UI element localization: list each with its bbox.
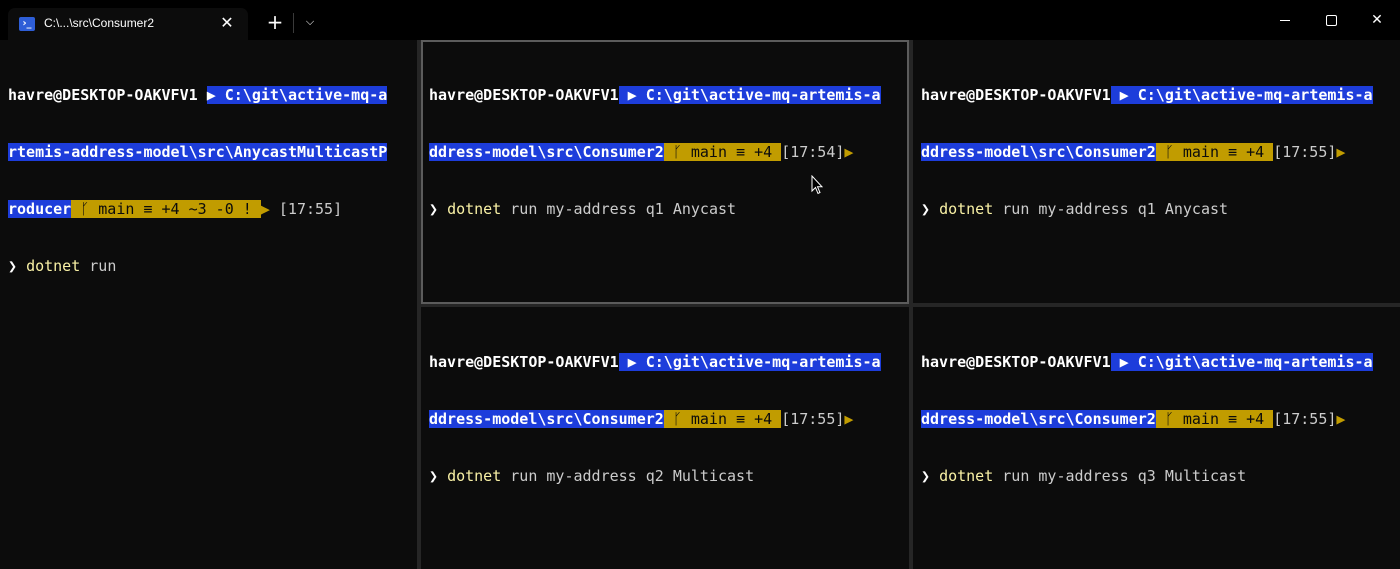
- prompt-line: havre@DESKTOP-OAKVFV1 ▶ C:\git\active-mq…: [921, 353, 1373, 372]
- close-window-button[interactable]: ✕: [1354, 4, 1400, 36]
- new-tab-button[interactable]: +: [262, 9, 288, 35]
- prompt-chevron-icon: ❯: [921, 467, 931, 485]
- prompt-line: roducer ᚴ main ≡ +4 ~3 -0 ! ▶ [17:55]: [8, 200, 387, 219]
- terminal-output: havre@DESKTOP-OAKVFV1 ▶ C:\git\active-mq…: [921, 315, 1373, 524]
- powershell-icon: ›_: [19, 17, 35, 31]
- prompt-path: C:\git\active-mq-artemis-a: [1137, 353, 1373, 371]
- command-args: run: [80, 257, 117, 275]
- prompt-path: C:\git\active-mq-artemis-a: [645, 86, 881, 104]
- command-name: dotnet: [447, 467, 502, 485]
- tab-dropdown-button[interactable]: ⌵: [298, 9, 322, 35]
- git-status: ᚴ main ≡ +4 ~3 -0 !: [71, 200, 261, 218]
- prompt-time: [17:55]: [1273, 143, 1337, 161]
- prompt-user: havre@DESKTOP-OAKVFV1: [429, 353, 619, 371]
- prompt-line: rtemis-address-model\src\AnycastMulticas…: [8, 143, 388, 162]
- command-args: run my-address q3 Multicast: [993, 467, 1247, 485]
- prompt-path: ddress-model\src\Consumer2: [429, 410, 664, 428]
- prompt-path: C:\git\active-mq-artemis-a: [645, 353, 881, 371]
- prompt-line: ddress-model\src\Consumer2 ᚴ main ≡ +4 […: [429, 143, 881, 162]
- prompt-line: ddress-model\src\Consumer2 ᚴ main ≡ +4 […: [921, 143, 1373, 162]
- command-line: ❯ dotnet run my-address q2 Multicast: [429, 467, 881, 486]
- prompt-time: [17:55]: [278, 200, 343, 218]
- prompt-time: [17:55]: [1273, 410, 1337, 428]
- prompt-user: havre@DESKTOP-OAKVFV1: [921, 353, 1111, 371]
- prompt-path: C:\git\active-mq-artemis-a: [1137, 86, 1373, 104]
- tab-consumer2[interactable]: ›_ C:\...\src\Consumer2 ✕: [8, 8, 248, 40]
- mouse-pointer-icon: [811, 175, 823, 195]
- command-line: ❯ dotnet run my-address q1 Anycast: [429, 200, 881, 219]
- prompt-user: havre@DESKTOP-OAKVFV1: [921, 86, 1111, 104]
- maximize-button[interactable]: [1308, 4, 1354, 36]
- command-name: dotnet: [939, 200, 994, 218]
- tab-separator: [293, 13, 294, 33]
- prompt-line: havre@DESKTOP-OAKVFV1 ▶ C:\git\active-mq…: [429, 86, 881, 105]
- command-name: dotnet: [939, 467, 994, 485]
- minimize-icon: [1280, 19, 1290, 21]
- terminal-pane-consumer-3[interactable]: havre@DESKTOP-OAKVFV1 ▶ C:\git\active-mq…: [421, 307, 909, 569]
- prompt-user: havre@DESKTOP-OAKVFV1: [429, 86, 619, 104]
- prompt-path: ddress-model\src\Consumer2: [429, 143, 664, 161]
- close-icon: ✕: [1371, 12, 1383, 28]
- terminal-pane-producer[interactable]: havre@DESKTOP-OAKVFV1 ▶ C:\git\active-mq…: [0, 40, 417, 569]
- terminal-output: havre@DESKTOP-OAKVFV1 ▶ C:\git\active-mq…: [429, 315, 881, 524]
- prompt-path: rtemis-address-model\src\AnycastMulticas…: [8, 143, 388, 161]
- terminal-output: havre@DESKTOP-OAKVFV1 ▶ C:\git\active-mq…: [921, 48, 1373, 257]
- terminal-pane-consumer-4[interactable]: havre@DESKTOP-OAKVFV1 ▶ C:\git\active-mq…: [913, 307, 1400, 569]
- command-line: ❯ dotnet run: [8, 257, 387, 276]
- arrow-right-icon: ▶: [618, 353, 646, 371]
- close-tab-icon[interactable]: ✕: [216, 12, 238, 34]
- maximize-icon: [1325, 14, 1337, 26]
- terminal-output: havre@DESKTOP-OAKVFV1 ▶ C:\git\active-mq…: [429, 48, 881, 257]
- segment-separator-icon: [198, 86, 207, 104]
- minimize-button[interactable]: [1262, 4, 1308, 36]
- segment-arrow-icon: ▶: [1336, 143, 1346, 161]
- arrow-right-icon: ▶: [206, 86, 225, 104]
- prompt-user: havre@DESKTOP-OAKVFV1: [8, 86, 198, 104]
- title-bar: ›_ C:\...\src\Consumer2 ✕ + ⌵ ✕: [0, 0, 1400, 40]
- prompt-chevron-icon: ❯: [429, 467, 439, 485]
- command-name: dotnet: [447, 200, 502, 218]
- prompt-chevron-icon: ❯: [8, 257, 18, 275]
- prompt-line: havre@DESKTOP-OAKVFV1 ▶ C:\git\active-mq…: [8, 86, 388, 105]
- prompt-path: roducer: [8, 200, 72, 218]
- segment-arrow-icon: ▶: [844, 410, 854, 428]
- command-args: run my-address q1 Anycast: [501, 200, 737, 218]
- tab-title: C:\...\src\Consumer2: [44, 16, 155, 30]
- git-status: ᚴ main ≡ +4: [663, 143, 782, 161]
- terminal-output: havre@DESKTOP-OAKVFV1 ▶ C:\git\active-mq…: [8, 48, 388, 314]
- prompt-time: [17:55]: [781, 410, 845, 428]
- command-line: ❯ dotnet run my-address q1 Anycast: [921, 200, 1373, 219]
- prompt-chevron-icon: ❯: [921, 200, 931, 218]
- command-args: run my-address q2 Multicast: [501, 467, 755, 485]
- git-status: ᚴ main ≡ +4: [663, 410, 782, 428]
- prompt-path: C:\git\active-mq-a: [224, 86, 388, 104]
- prompt-path: ddress-model\src\Consumer2: [921, 143, 1156, 161]
- segment-arrow-icon: ▶: [1336, 410, 1346, 428]
- prompt-chevron-icon: ❯: [429, 200, 439, 218]
- prompt-line: ddress-model\src\Consumer2 ᚴ main ≡ +4 […: [429, 410, 881, 429]
- command-line: ❯ dotnet run my-address q3 Multicast: [921, 467, 1373, 486]
- prompt-line: havre@DESKTOP-OAKVFV1 ▶ C:\git\active-mq…: [921, 86, 1373, 105]
- arrow-right-icon: ▶: [1110, 353, 1138, 371]
- arrow-right-icon: ▶: [618, 86, 646, 104]
- command-args: run my-address q1 Anycast: [993, 200, 1229, 218]
- prompt-line: havre@DESKTOP-OAKVFV1 ▶ C:\git\active-mq…: [429, 353, 881, 372]
- prompt-time: [17:54]: [781, 143, 845, 161]
- prompt-path: ddress-model\src\Consumer2: [921, 410, 1156, 428]
- git-status: ᚴ main ≡ +4: [1155, 410, 1274, 428]
- segment-arrow-icon: ▶: [260, 200, 270, 218]
- arrow-right-icon: ▶: [1110, 86, 1138, 104]
- git-status: ᚴ main ≡ +4: [1155, 143, 1274, 161]
- segment-arrow-icon: ▶: [844, 143, 854, 161]
- terminal-pane-consumer-1[interactable]: havre@DESKTOP-OAKVFV1 ▶ C:\git\active-mq…: [421, 40, 909, 304]
- command-name: dotnet: [26, 257, 81, 275]
- terminal-pane-consumer-2[interactable]: havre@DESKTOP-OAKVFV1 ▶ C:\git\active-mq…: [913, 40, 1400, 302]
- prompt-line: ddress-model\src\Consumer2 ᚴ main ≡ +4 […: [921, 410, 1373, 429]
